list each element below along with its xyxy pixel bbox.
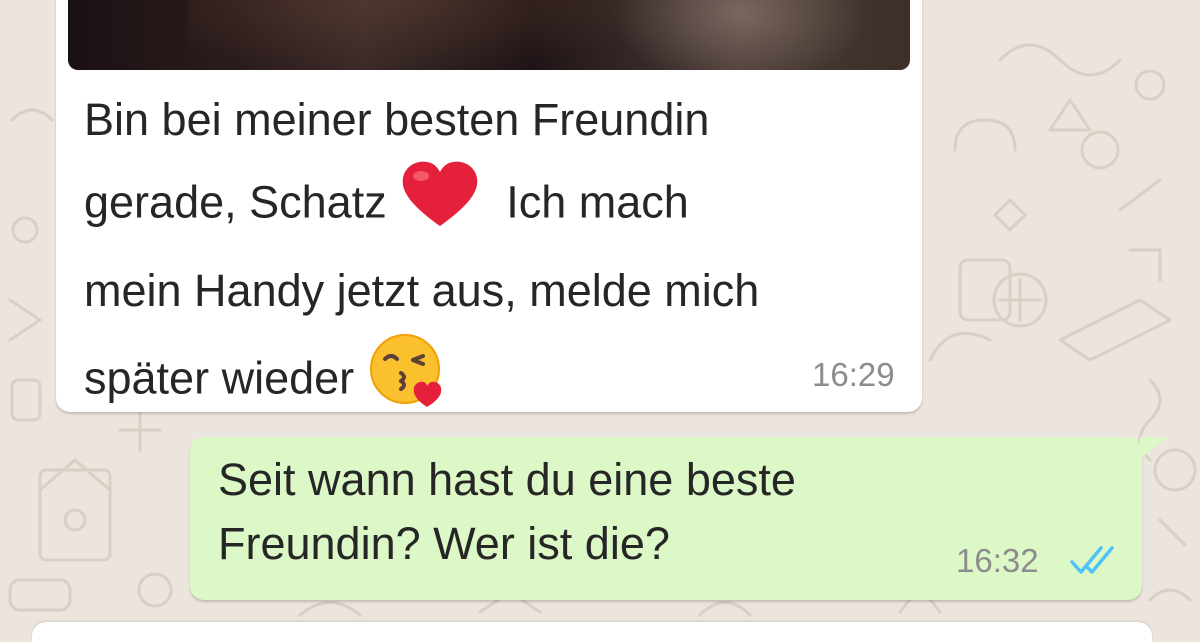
incoming-line-5: später wieder: [84, 352, 355, 404]
next-incoming-bubble-edge[interactable]: [32, 622, 1152, 642]
red-heart-icon: [399, 158, 481, 253]
incoming-line-3: Ich mach: [506, 176, 689, 228]
incoming-message-text: Bin bei meiner besten Freundin gerade, S…: [84, 82, 759, 434]
outgoing-timestamp: 16:32: [956, 542, 1039, 579]
face-blowing-a-kiss-icon: [367, 329, 449, 434]
incoming-line-2: gerade, Schatz: [84, 176, 387, 228]
photo-highlight: [610, 0, 870, 70]
outgoing-message-text: Seit wann hast du eine beste Freundin? W…: [218, 448, 796, 576]
outgoing-bubble-tail: [1140, 437, 1168, 459]
outgoing-line-1: Seit wann hast du eine beste: [218, 454, 796, 505]
outgoing-line-2: Freundin? Wer ist die?: [218, 518, 670, 569]
incoming-line-4: mein Handy jetzt aus, melde mich: [84, 265, 760, 316]
incoming-line-1: Bin bei meiner besten Freundin: [84, 94, 710, 145]
message-photo[interactable]: [68, 0, 910, 70]
read-double-check-icon: [1068, 546, 1124, 581]
incoming-timestamp: 16:29: [812, 356, 895, 393]
